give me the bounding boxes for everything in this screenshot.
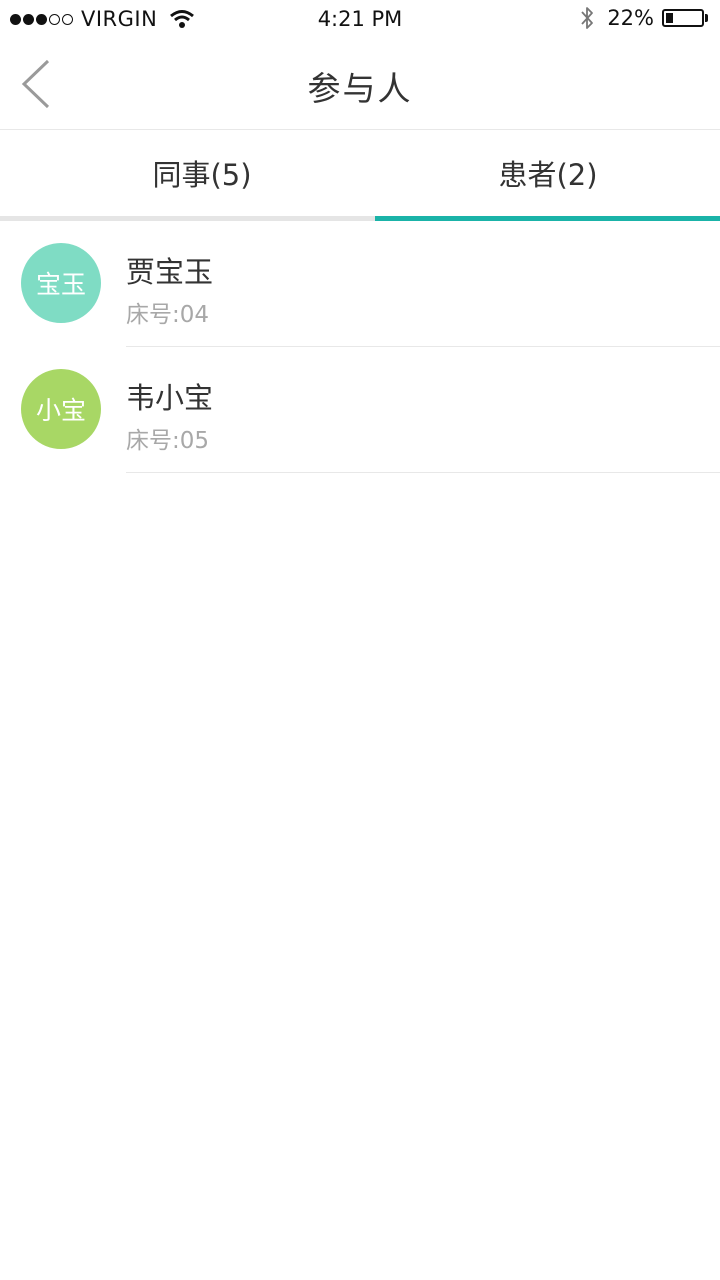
list-item[interactable]: 宝玉 贾宝玉 床号:04: [0, 221, 720, 347]
battery-tip: [705, 14, 708, 22]
tab-patients[interactable]: 患者(2): [368, 130, 720, 215]
bluetooth-icon: [581, 7, 594, 29]
battery-percentage: 22%: [607, 6, 654, 30]
status-bar: VIRGIN 4:21 PM 22%: [0, 0, 720, 40]
navigation-bar: 参与人: [0, 40, 720, 130]
divider: [126, 472, 720, 473]
patient-list: 宝玉 贾宝玉 床号:04 小宝 韦小宝 床号:05: [0, 221, 720, 473]
bed-number: 床号:04: [126, 302, 210, 328]
battery-level: [666, 13, 674, 23]
tab-colleagues[interactable]: 同事(5): [22, 130, 382, 215]
avatar: 宝玉: [21, 243, 101, 323]
list-item[interactable]: 小宝 韦小宝 床号:05: [0, 347, 720, 473]
bed-number: 床号:05: [126, 428, 210, 454]
tab-bar: 同事(5) 患者(2): [0, 130, 720, 221]
patient-name: 贾宝玉: [126, 255, 214, 289]
status-right: 22%: [579, 5, 708, 31]
patient-name: 韦小宝: [126, 381, 214, 415]
avatar: 小宝: [21, 369, 101, 449]
page-title: 参与人: [307, 69, 413, 108]
battery-icon: [662, 9, 704, 27]
